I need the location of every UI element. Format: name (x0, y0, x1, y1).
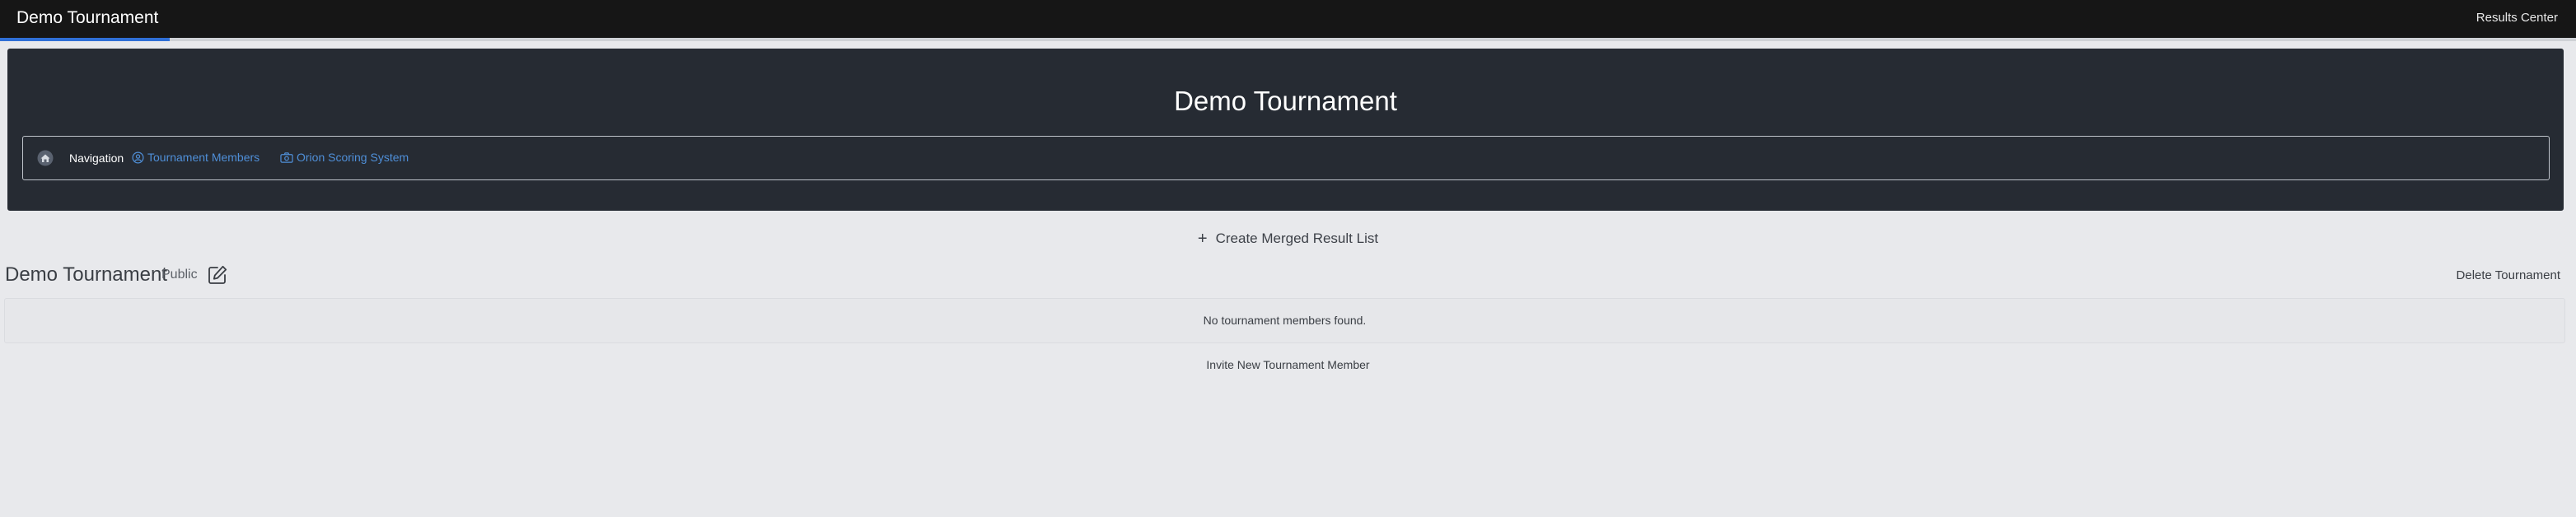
page-progress-bar (0, 38, 2576, 41)
navigation-label: Navigation (69, 151, 124, 165)
invite-member-row: Invite New Tournament Member (0, 357, 2576, 372)
create-merged-result-list: + Create Merged Result List (0, 230, 2576, 249)
tournament-members-panel: No tournament members found. (4, 298, 2565, 343)
nav-link-label: Tournament Members (147, 151, 260, 164)
edit-icon[interactable] (207, 264, 228, 286)
nav-link-label: Orion Scoring System (297, 151, 409, 164)
scoring-icon (280, 151, 293, 164)
members-empty-message: No tournament members found. (1203, 314, 1367, 327)
top-navbar: Demo Tournament Results Center (0, 0, 2576, 38)
tournament-name: Demo Tournament (5, 263, 167, 286)
invite-member-link[interactable]: Invite New Tournament Member (1206, 358, 1369, 371)
tournament-hero: Demo Tournament Navigation Tournament Me… (7, 49, 2564, 211)
navigation-bar: Navigation Tournament Members Orion Scor… (22, 136, 2550, 180)
results-center-link[interactable]: Results Center (2476, 10, 2558, 26)
delete-tournament-button[interactable]: Delete Tournament (2457, 268, 2560, 284)
nav-link-tournament-members[interactable]: Tournament Members (132, 150, 259, 165)
hero-title: Demo Tournament (1174, 86, 1397, 116)
nav-link-orion-scoring[interactable]: Orion Scoring System (280, 150, 409, 165)
page-progress-fill (0, 38, 171, 41)
user-circle-icon (132, 151, 144, 164)
app-title[interactable]: Demo Tournament (16, 7, 158, 29)
home-icon[interactable] (37, 150, 54, 166)
create-merged-button[interactable]: + Create Merged Result List (1198, 230, 1378, 248)
visibility-badge: Public (161, 268, 198, 282)
create-merged-label: Create Merged Result List (1215, 231, 1379, 246)
plus-icon: + (1197, 230, 1208, 248)
